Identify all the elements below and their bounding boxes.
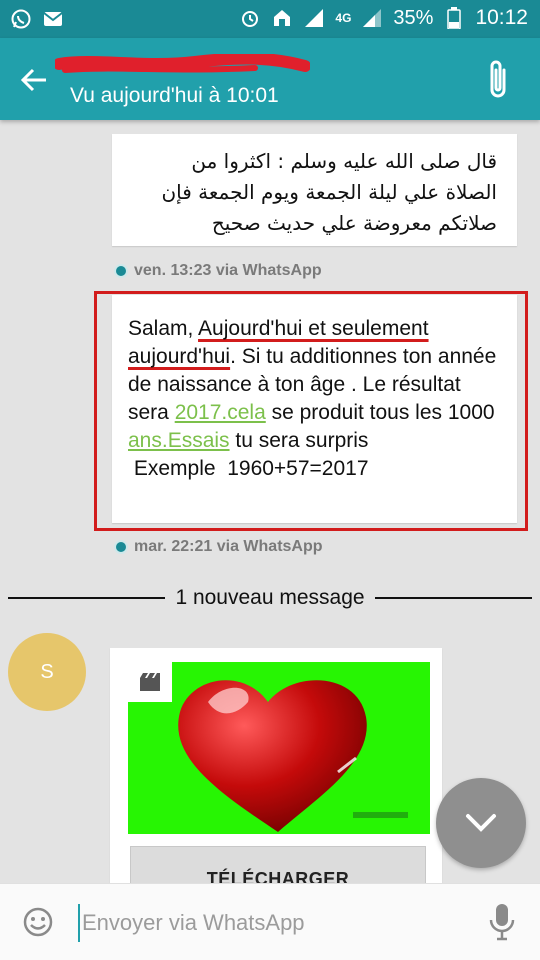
message-text: Salam, <box>128 317 199 340</box>
chat-header: Vu aujourd'hui à 10:01 <box>0 38 540 120</box>
scroll-to-bottom-button[interactable] <box>436 778 526 868</box>
message-line: الصلاة علي ليلة الجمعة ويوم الجمعة فإن <box>161 180 497 204</box>
message-input[interactable] <box>78 904 458 942</box>
message-bubble[interactable]: Salam, Aujourd'hui et seulement aujourd'… <box>112 295 517 523</box>
message-bubble[interactable]: قال صلى الله عليه وسلم : اكثروا من الصلا… <box>112 134 517 246</box>
new-message-divider: 1 nouveau message <box>0 583 540 613</box>
message-meta: mar. 22:21 via WhatsApp <box>114 538 323 556</box>
message-link[interactable]: ans.Essais <box>128 429 230 452</box>
message-composer <box>0 883 540 960</box>
message-text: Exemple 1960+57=2017 <box>128 457 369 480</box>
redaction-scribble <box>55 54 310 73</box>
media-thumbnail[interactable] <box>128 662 430 834</box>
back-button[interactable] <box>16 62 52 98</box>
status-bar: 4G 35% 10:12 <box>0 0 540 38</box>
message-line: صلاتكم معروضة علي حديث صحيح <box>211 211 497 235</box>
battery-percentage: 35% <box>393 6 434 29</box>
microphone-icon <box>489 904 515 941</box>
email-notification-icon <box>42 8 64 30</box>
alarm-icon <box>239 7 261 29</box>
video-clapper-icon <box>140 673 160 691</box>
emoji-button[interactable] <box>22 906 54 938</box>
message-timestamp: mar. 22:21 via WhatsApp <box>134 538 323 555</box>
paperclip-icon <box>490 60 506 98</box>
battery-icon <box>443 7 465 29</box>
source-dot-icon <box>114 264 128 278</box>
back-arrow-icon <box>20 68 46 92</box>
video-badge <box>128 662 172 702</box>
network-type: 4G <box>335 11 352 25</box>
heart-image <box>178 680 408 832</box>
message-link[interactable]: 2017.cela <box>175 401 266 424</box>
smiley-icon <box>23 907 53 937</box>
message-text: tu sera surpris <box>229 429 369 452</box>
avatar[interactable]: S <box>8 633 86 711</box>
signal-icon <box>303 7 325 29</box>
last-seen-status: Vu aujourd'hui à 10:01 <box>70 84 279 107</box>
signal-strength-icon <box>361 7 383 29</box>
source-dot-icon <box>114 540 128 554</box>
message-text: se produit tous les 1000 <box>265 401 495 424</box>
message-line: قال صلى الله عليه وسلم : اكثروا من <box>191 149 497 173</box>
clock: 10:12 <box>475 6 528 29</box>
message-meta: ven. 13:23 via WhatsApp <box>114 262 322 280</box>
chevron-down-icon <box>466 814 496 832</box>
home-icon <box>271 7 293 29</box>
attach-button[interactable] <box>480 58 516 102</box>
divider-line <box>8 597 166 599</box>
whatsapp-notification-icon <box>10 8 32 30</box>
voice-record-button[interactable] <box>488 902 516 942</box>
new-message-label: 1 nouveau message <box>175 586 365 609</box>
message-timestamp: ven. 13:23 via WhatsApp <box>134 262 322 279</box>
divider-line <box>374 597 533 599</box>
